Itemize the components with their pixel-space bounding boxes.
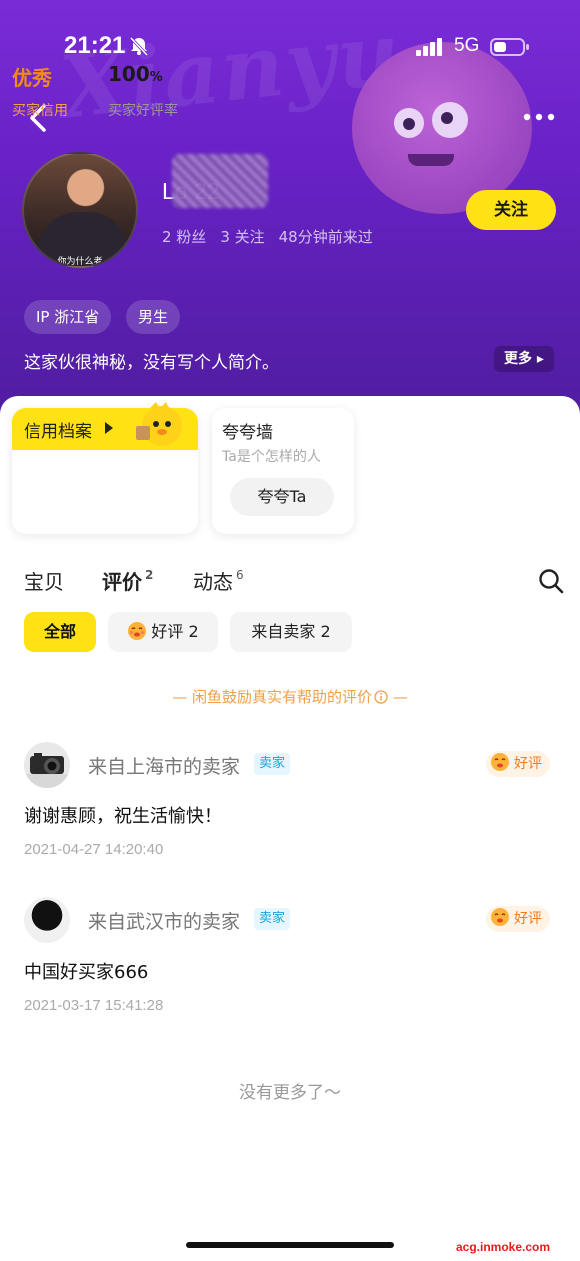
battery-icon: [490, 38, 529, 56]
search-icon[interactable]: [538, 568, 564, 594]
camera-icon: [24, 753, 70, 788]
site-watermark: acg.inmoke.com: [456, 1240, 551, 1254]
smile-face-icon: [491, 753, 509, 771]
filter-good-chip[interactable]: 好评 2: [108, 612, 218, 652]
credit-title: 信用档案: [24, 422, 92, 442]
positive-rate-label: 买家好评率: [108, 103, 178, 119]
gender-tag: 男生: [126, 300, 181, 334]
end-of-list-text: 没有更多了～: [239, 1083, 341, 1103]
review-text: 谢谢惠顾，祝生活愉快！: [24, 806, 222, 827]
mascot-illustration: [352, 42, 532, 214]
status-time: 21:21: [64, 32, 126, 59]
review-date: 2021-03-17 15:41:28: [24, 997, 164, 1014]
reviewer-avatar[interactable]: [24, 742, 70, 788]
praise-button[interactable]: 夸夸Ta: [230, 478, 334, 516]
review-text: 中国好买家666: [24, 962, 149, 983]
followers-count[interactable]: 2 粉丝: [162, 226, 206, 247]
filter-seller-chip[interactable]: 来自卖家 2: [230, 612, 352, 652]
triangle-right-icon: [105, 422, 113, 434]
credit-level: 优秀: [12, 66, 52, 90]
more-icon[interactable]: [522, 108, 556, 126]
home-indicator[interactable]: [186, 1242, 394, 1248]
signal-icon: [416, 38, 442, 56]
review-source: 来自武汉市的卖家: [88, 911, 241, 933]
smile-face-icon: [128, 622, 147, 640]
bell-muted-icon: [129, 36, 149, 56]
chick-mascot-icon: [136, 402, 182, 446]
user-avatar[interactable]: 你为什么老: [22, 152, 138, 268]
bio-more-button[interactable]: 更多 ▸: [494, 346, 554, 372]
smile-face-icon: [491, 908, 509, 926]
following-count[interactable]: 3 关注: [220, 226, 264, 247]
info-icon: [374, 690, 388, 704]
positive-rate: 100%: [108, 62, 163, 86]
review-source: 来自上海市的卖家: [88, 756, 241, 778]
filter-all-chip[interactable]: 全部: [24, 612, 96, 652]
good-rating-badge: 好评: [486, 751, 550, 777]
follow-button[interactable]: 关注: [466, 190, 556, 230]
ip-location-tag: IP 浙江省: [24, 300, 112, 334]
tab-items[interactable]: 宝贝: [24, 566, 64, 595]
good-rating-badge: 好评: [486, 906, 550, 932]
credit-level-label: 买家信用: [12, 103, 68, 119]
praise-wall-subtitle: Ta是个怎样的人: [222, 449, 321, 465]
network-type: 5G: [454, 35, 480, 56]
user-bio: 这家伙很神秘，没有写个人简介。: [24, 353, 279, 373]
user-stats: 2 粉丝 3 关注 48分钟前来过: [162, 226, 373, 247]
tab-activity[interactable]: 动态 6: [193, 566, 244, 595]
review-date: 2021-04-27 14:20:40: [24, 841, 164, 858]
tab-reviews[interactable]: 评价 2: [102, 566, 153, 595]
username-redaction: [172, 154, 268, 208]
seller-badge: 卖家: [254, 908, 291, 930]
reviewer-avatar[interactable]: [24, 897, 70, 943]
review-notice[interactable]: — 闲鱼鼓励真实有帮助的评价 —: [0, 686, 580, 707]
last-seen: 48分钟前来过: [278, 228, 373, 246]
praise-wall-title: 夸夸墙: [222, 423, 273, 443]
seller-badge: 卖家: [254, 753, 291, 775]
